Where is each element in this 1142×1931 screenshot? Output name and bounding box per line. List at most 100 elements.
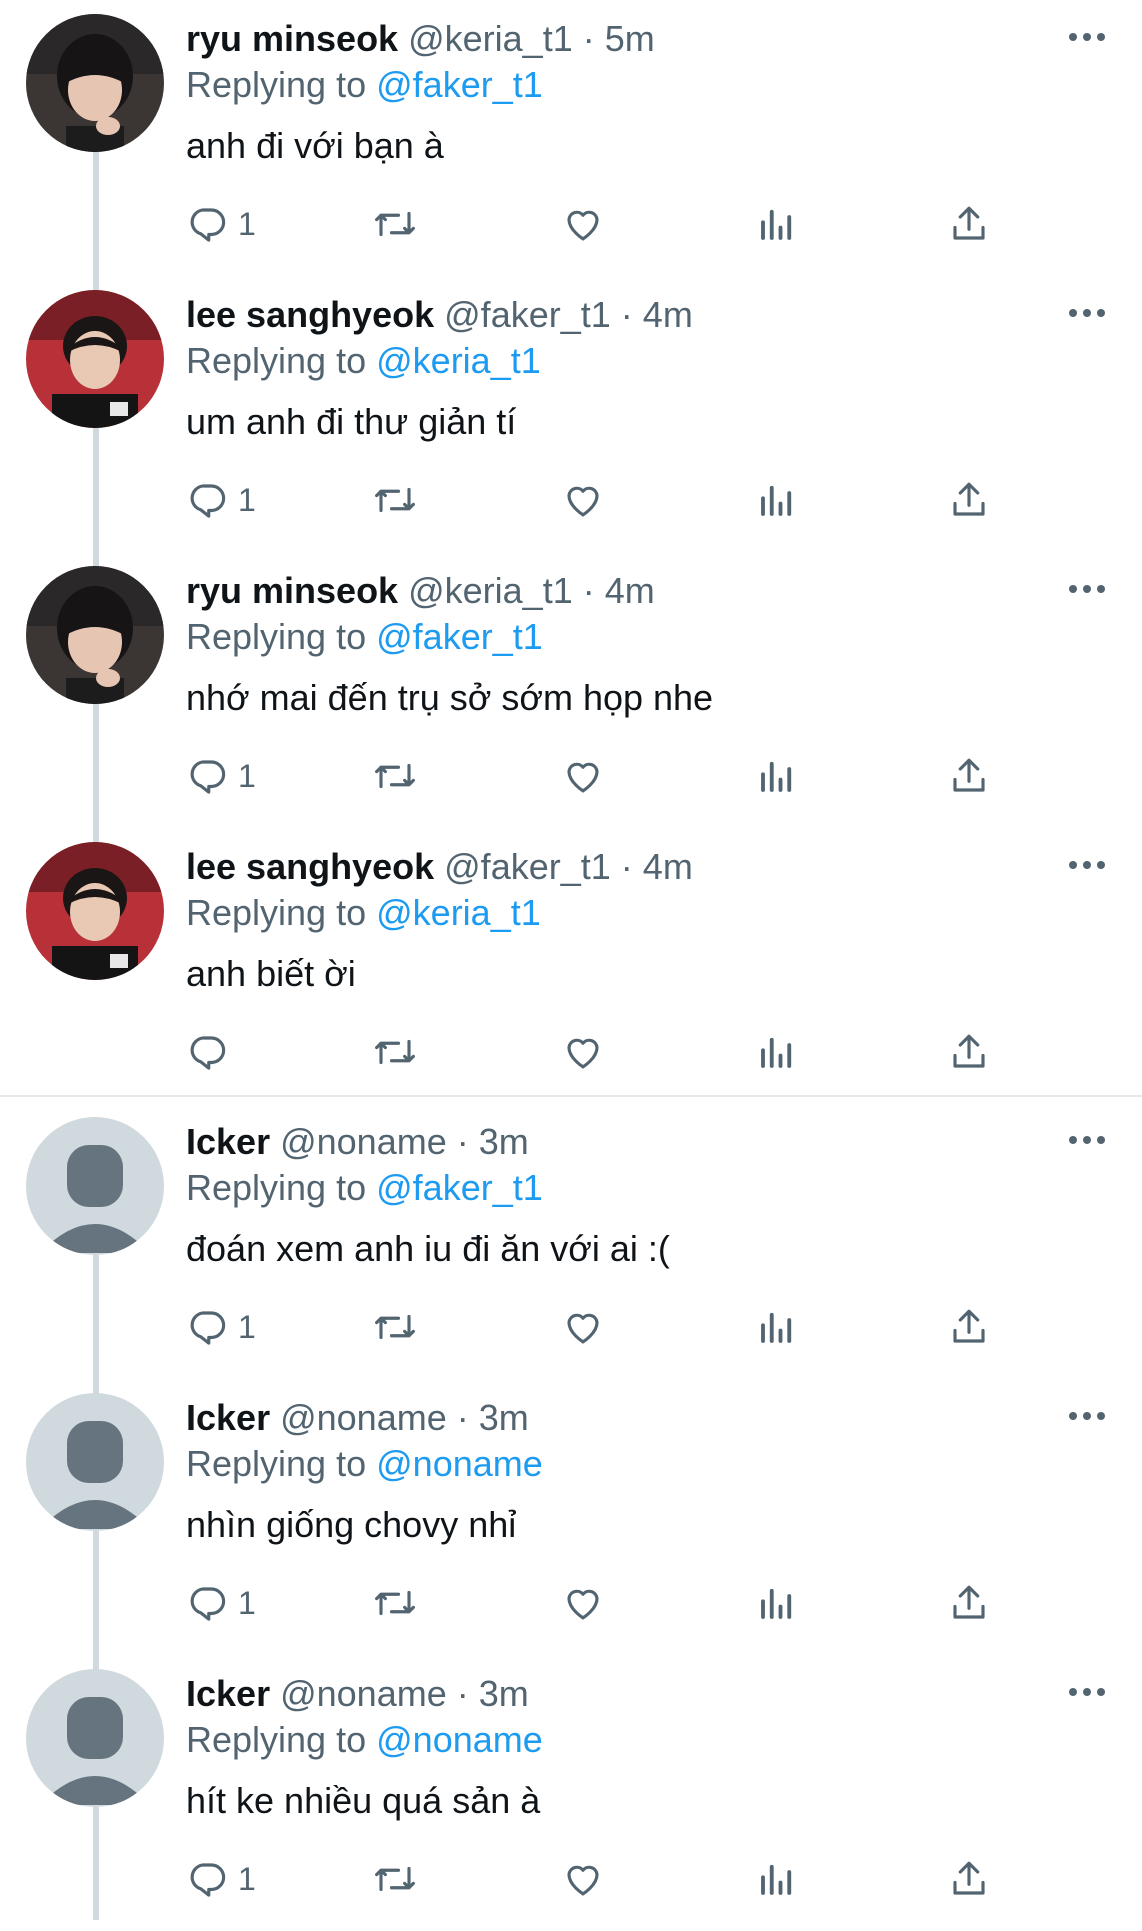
share-button[interactable]	[948, 1024, 990, 1080]
replying-to-link[interactable]: @faker_t1	[376, 616, 543, 657]
like-button[interactable]	[562, 1851, 604, 1907]
reply-button[interactable]: 1	[186, 1851, 256, 1907]
more-icon[interactable]	[1064, 22, 1110, 52]
like-icon	[567, 210, 599, 241]
like-button[interactable]	[562, 1024, 604, 1080]
reply-button[interactable]: 1	[186, 472, 256, 528]
like-button[interactable]	[562, 1299, 604, 1355]
retweet-button[interactable]	[372, 1575, 418, 1631]
avatar[interactable]	[26, 566, 164, 704]
tweet-actions: 1	[186, 1851, 1006, 1907]
tweet[interactable]: Icker @noname · 3m Replying to @noname h…	[0, 1655, 1142, 1931]
views-button[interactable]	[756, 1299, 798, 1355]
tweet[interactable]: Icker @noname · 3m Replying to @noname n…	[0, 1379, 1142, 1655]
retweet-button[interactable]	[372, 1299, 418, 1355]
reply-button[interactable]: 1	[186, 196, 256, 252]
like-icon	[567, 1038, 599, 1069]
retweet-button[interactable]	[372, 748, 418, 804]
user-handle[interactable]: @noname	[280, 1121, 447, 1162]
timestamp[interactable]: 3m	[479, 1397, 529, 1438]
more-icon[interactable]	[1064, 850, 1110, 880]
user-handle[interactable]: @noname	[280, 1397, 447, 1438]
more-icon[interactable]	[1064, 1125, 1110, 1155]
reply-button[interactable]: 1	[186, 1575, 256, 1631]
timestamp[interactable]: 5m	[605, 18, 655, 59]
default-avatar[interactable]	[26, 1669, 164, 1807]
retweet-icon	[375, 763, 415, 789]
default-avatar[interactable]	[26, 1117, 164, 1255]
share-button[interactable]	[948, 748, 990, 804]
retweet-button[interactable]	[372, 1024, 418, 1080]
more-icon[interactable]	[1064, 1677, 1110, 1707]
avatar[interactable]	[26, 14, 164, 152]
more-icon[interactable]	[1064, 574, 1110, 604]
user-handle[interactable]: @faker_t1	[444, 846, 611, 887]
tweet[interactable]: lee sanghyeok @faker_t1 · 4m Replying to…	[0, 828, 1142, 1104]
tweet[interactable]: ryu minseok @keria_t1 · 4m Replying to @…	[0, 552, 1142, 828]
timestamp[interactable]: 4m	[643, 846, 693, 887]
display-name[interactable]: Icker	[186, 1397, 270, 1438]
like-button[interactable]	[562, 748, 604, 804]
user-handle[interactable]: @keria_t1	[408, 18, 573, 59]
like-icon	[567, 1865, 599, 1896]
replying-to-label: Replying to	[186, 1719, 367, 1760]
timestamp[interactable]: 4m	[605, 570, 655, 611]
views-button[interactable]	[756, 1851, 798, 1907]
avatar[interactable]	[26, 842, 164, 980]
replying-to-link[interactable]: @noname	[376, 1719, 543, 1760]
share-button[interactable]	[948, 196, 990, 252]
replying-to: Replying to @faker_t1	[186, 1163, 543, 1213]
timestamp[interactable]: 3m	[479, 1673, 529, 1714]
more-icon[interactable]	[1064, 1401, 1110, 1431]
reply-icon	[190, 208, 226, 242]
default-avatar[interactable]	[26, 1393, 164, 1531]
separator-dot: ·	[456, 1121, 469, 1162]
tweet[interactable]: Icker @noname · 3m Replying to @faker_t1…	[0, 1103, 1142, 1379]
display-name[interactable]: lee sanghyeok	[186, 846, 434, 887]
views-button[interactable]	[756, 196, 798, 252]
reply-count: 1	[238, 482, 256, 518]
retweet-icon	[375, 211, 415, 237]
reply-button[interactable]	[186, 1024, 238, 1080]
retweet-button[interactable]	[372, 472, 418, 528]
timestamp[interactable]: 4m	[643, 294, 693, 335]
share-button[interactable]	[948, 1299, 990, 1355]
display-name[interactable]: Icker	[186, 1121, 270, 1162]
views-button[interactable]	[756, 748, 798, 804]
share-icon	[953, 758, 985, 792]
avatar[interactable]	[26, 290, 164, 428]
views-button[interactable]	[756, 1575, 798, 1631]
views-button[interactable]	[756, 1024, 798, 1080]
display-name[interactable]: Icker	[186, 1673, 270, 1714]
views-button[interactable]	[756, 472, 798, 528]
replying-to-link[interactable]: @keria_t1	[376, 340, 541, 381]
like-button[interactable]	[562, 472, 604, 528]
retweet-button[interactable]	[372, 1851, 418, 1907]
replying-to-link[interactable]: @faker_t1	[376, 1167, 543, 1208]
replying-to-link[interactable]: @noname	[376, 1443, 543, 1484]
replying-to-label: Replying to	[186, 616, 367, 657]
display-name[interactable]: ryu minseok	[186, 570, 398, 611]
tweet-text: hít ke nhiều quá sản à	[186, 1780, 541, 1821]
retweet-button[interactable]	[372, 196, 418, 252]
replying-to-link[interactable]: @faker_t1	[376, 64, 543, 105]
reply-button[interactable]: 1	[186, 1299, 256, 1355]
replying-to-link[interactable]: @keria_t1	[376, 892, 541, 933]
like-button[interactable]	[562, 196, 604, 252]
reply-icon	[190, 760, 226, 794]
like-button[interactable]	[562, 1575, 604, 1631]
user-handle[interactable]: @faker_t1	[444, 294, 611, 335]
share-button[interactable]	[948, 1851, 990, 1907]
display-name[interactable]: lee sanghyeok	[186, 294, 434, 335]
display-name[interactable]: ryu minseok	[186, 18, 398, 59]
share-button[interactable]	[948, 1575, 990, 1631]
more-icon[interactable]	[1064, 298, 1110, 328]
timestamp[interactable]: 3m	[479, 1121, 529, 1162]
user-handle[interactable]: @keria_t1	[408, 570, 573, 611]
tweet[interactable]: lee sanghyeok @faker_t1 · 4m Replying to…	[0, 276, 1142, 552]
reply-button[interactable]: 1	[186, 748, 256, 804]
share-button[interactable]	[948, 472, 990, 528]
user-handle[interactable]: @noname	[280, 1673, 447, 1714]
reply-icon	[190, 1863, 226, 1897]
tweet[interactable]: ryu minseok @keria_t1 · 5m Replying to @…	[0, 0, 1142, 276]
